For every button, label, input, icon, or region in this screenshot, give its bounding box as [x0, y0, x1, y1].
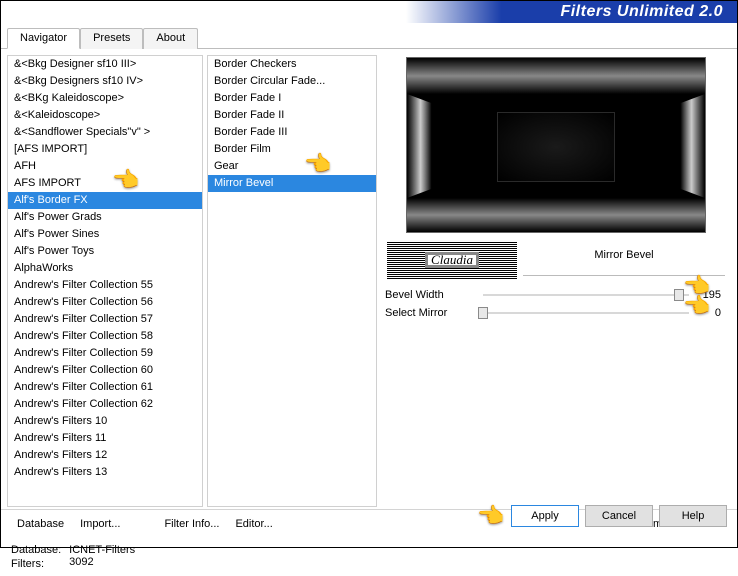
- cancel-button[interactable]: Cancel: [585, 505, 653, 527]
- category-item[interactable]: [AFS IMPORT]: [8, 141, 202, 158]
- filter-item[interactable]: Border Film: [208, 141, 376, 158]
- filter-list[interactable]: Border CheckersBorder Circular Fade...Bo…: [207, 55, 377, 507]
- tab-about[interactable]: About: [143, 28, 198, 49]
- filter-item[interactable]: Border Fade II: [208, 107, 376, 124]
- filter-header-row: Claudia Mirror Bevel: [381, 241, 731, 283]
- category-item[interactable]: AFH: [8, 158, 202, 175]
- status-filters-label: Filters:: [11, 558, 61, 570]
- main-content: &<Bkg Designer sf10 III>&<Bkg Designers …: [1, 49, 737, 509]
- filter-item[interactable]: Border Circular Fade...: [208, 73, 376, 90]
- category-item[interactable]: Andrew's Filters 11: [8, 430, 202, 447]
- import-button[interactable]: Import...: [72, 514, 128, 534]
- category-item[interactable]: Alf's Border FX: [8, 192, 202, 209]
- category-item[interactable]: Andrew's Filters 10: [8, 413, 202, 430]
- editor-button[interactable]: Editor...: [227, 514, 280, 534]
- category-item[interactable]: Andrew's Filter Collection 61: [8, 379, 202, 396]
- filter-item[interactable]: Gear: [208, 158, 376, 175]
- param-value: 195: [695, 289, 721, 301]
- apply-button[interactable]: Apply: [511, 505, 579, 527]
- category-item[interactable]: Andrew's Filter Collection 57: [8, 311, 202, 328]
- author-logo: Claudia: [387, 241, 517, 279]
- app-title: Filters Unlimited 2.0: [560, 3, 723, 21]
- tab-presets[interactable]: Presets: [80, 28, 143, 49]
- author-logo-text: Claudia: [425, 252, 479, 268]
- filter-item[interactable]: Border Fade I: [208, 90, 376, 107]
- filter-info-button[interactable]: Filter Info...: [156, 514, 227, 534]
- category-item[interactable]: AFS IMPORT: [8, 175, 202, 192]
- category-item[interactable]: Alf's Power Grads: [8, 209, 202, 226]
- preview-panel: Claudia Mirror Bevel Bevel Width 195 Selec…: [381, 55, 731, 507]
- parameter-panel: Bevel Width 195 Select Mirror 0: [381, 283, 731, 325]
- param-slider[interactable]: [483, 312, 689, 314]
- slider-thumb[interactable]: [478, 307, 488, 319]
- current-filter-label: Mirror Bevel: [523, 245, 725, 276]
- category-item[interactable]: Andrew's Filter Collection 58: [8, 328, 202, 345]
- category-item[interactable]: Andrew's Filters 12: [8, 447, 202, 464]
- filter-item[interactable]: Mirror Bevel: [208, 175, 376, 192]
- filter-item[interactable]: Border Fade III: [208, 124, 376, 141]
- category-item[interactable]: Andrew's Filter Collection 55: [8, 277, 202, 294]
- category-item[interactable]: AlphaWorks: [8, 260, 202, 277]
- category-item[interactable]: Andrew's Filters 13: [8, 464, 202, 481]
- help-button[interactable]: Help: [659, 505, 727, 527]
- param-slider[interactable]: [483, 294, 689, 296]
- dialog-footer: 👉 Apply Cancel Help: [478, 503, 727, 529]
- category-item[interactable]: Andrew's Filter Collection 60: [8, 362, 202, 379]
- category-item[interactable]: Alf's Power Sines: [8, 226, 202, 243]
- status-bar: Database: Filters: ICNET-Filters 3092: [1, 538, 737, 576]
- pointing-hand-icon: 👉: [478, 503, 505, 529]
- status-db-label: Database:: [11, 544, 61, 556]
- status-db-value: ICNET-Filters: [69, 544, 135, 556]
- database-button[interactable]: Database: [9, 514, 72, 534]
- param-label: Bevel Width: [385, 289, 477, 301]
- param-value: 0: [695, 307, 721, 319]
- category-item[interactable]: &<BKg Kaleidoscope>: [8, 90, 202, 107]
- preview-image: [406, 57, 706, 233]
- category-item[interactable]: &<Sandflower Specials"v" >: [8, 124, 202, 141]
- category-item[interactable]: Andrew's Filter Collection 56: [8, 294, 202, 311]
- param-row: Select Mirror 0: [385, 307, 721, 319]
- category-item[interactable]: &<Kaleidoscope>: [8, 107, 202, 124]
- param-row: Bevel Width 195: [385, 289, 721, 301]
- tab-strip: Navigator Presets About: [1, 27, 737, 49]
- category-item[interactable]: Andrew's Filter Collection 59: [8, 345, 202, 362]
- app-banner: Filters Unlimited 2.0: [1, 1, 737, 23]
- filter-item[interactable]: Border Checkers: [208, 56, 376, 73]
- slider-thumb[interactable]: [674, 289, 684, 301]
- category-item[interactable]: Alf's Power Toys: [8, 243, 202, 260]
- category-item[interactable]: &<Bkg Designers sf10 IV>: [8, 73, 202, 90]
- category-item[interactable]: &<Bkg Designer sf10 III>: [8, 56, 202, 73]
- param-label: Select Mirror: [385, 307, 477, 319]
- status-filters-value: 3092: [69, 556, 135, 568]
- tab-navigator[interactable]: Navigator: [7, 28, 80, 49]
- category-list[interactable]: &<Bkg Designer sf10 III>&<Bkg Designers …: [7, 55, 203, 507]
- category-item[interactable]: Andrew's Filter Collection 62: [8, 396, 202, 413]
